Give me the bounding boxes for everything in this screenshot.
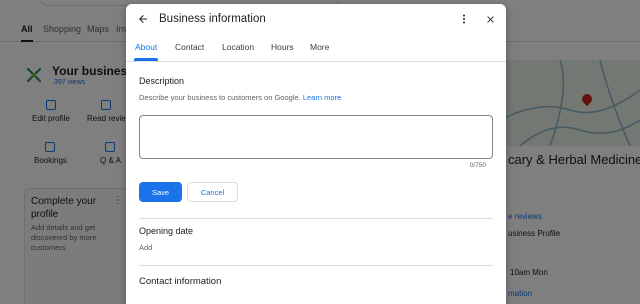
section-divider xyxy=(139,218,493,219)
description-help: Describe your business to customers on G… xyxy=(139,93,341,102)
description-textarea[interactable] xyxy=(139,115,493,159)
active-tab-indicator xyxy=(134,58,158,61)
cancel-button[interactable]: Cancel xyxy=(187,182,238,202)
contact-information-heading: Contact information xyxy=(139,276,222,287)
close-button[interactable] xyxy=(482,10,498,28)
arrow-left-icon xyxy=(139,15,147,23)
tab-location[interactable]: Location xyxy=(222,42,254,52)
back-button[interactable] xyxy=(134,10,152,28)
save-button[interactable]: Save xyxy=(139,182,182,202)
dialog-header: Business information About Contact Locat… xyxy=(126,4,506,62)
more-vert-icon xyxy=(463,14,465,24)
business-information-dialog: Business information About Contact Locat… xyxy=(126,4,506,304)
tab-contact[interactable]: Contact xyxy=(175,42,204,52)
tab-about[interactable]: About xyxy=(135,42,157,52)
learn-more-link[interactable]: Learn more xyxy=(303,93,341,102)
add-opening-date-link[interactable]: Add xyxy=(139,243,152,252)
description-help-text: Describe your business to customers on G… xyxy=(139,93,301,102)
opening-date-heading: Opening date xyxy=(139,226,194,236)
tab-hours[interactable]: Hours xyxy=(271,42,294,52)
description-heading: Description xyxy=(139,76,185,86)
more-options-button[interactable] xyxy=(456,10,472,28)
tab-more[interactable]: More xyxy=(310,42,329,52)
dialog-body: Description Describe your business to cu… xyxy=(126,63,506,304)
close-icon xyxy=(486,15,494,23)
character-counter: 0/750 xyxy=(469,162,486,169)
section-divider xyxy=(139,265,493,266)
dialog-title: Business information xyxy=(159,13,266,25)
